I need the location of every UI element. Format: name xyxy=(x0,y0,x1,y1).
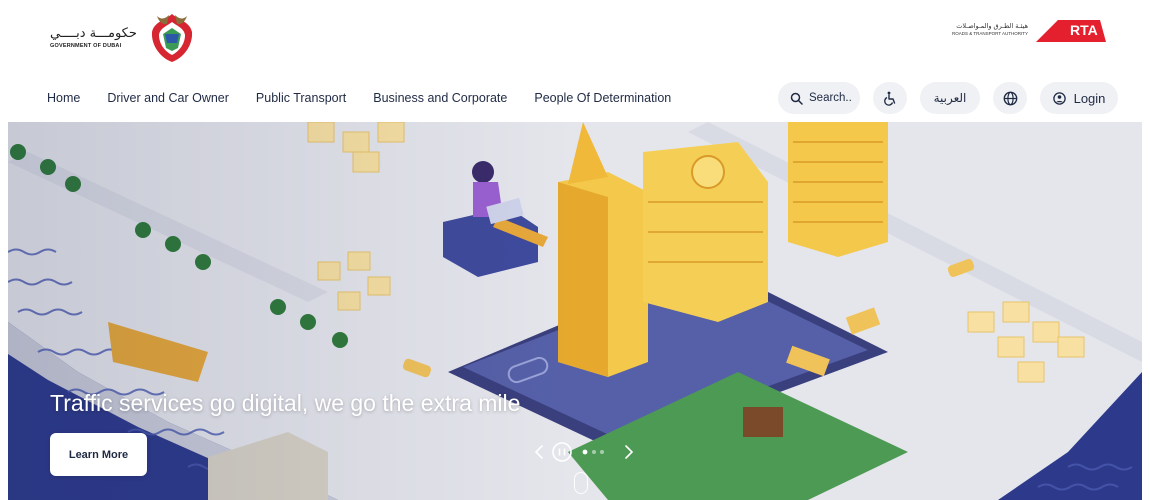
wheelchair-icon xyxy=(884,91,896,106)
slider-prev-button[interactable] xyxy=(534,445,543,459)
nav-item-driver-and-car-owner[interactable]: Driver and Car Owner xyxy=(107,91,229,105)
search-placeholder: Search.. xyxy=(809,92,852,104)
user-circle-icon xyxy=(1052,91,1066,105)
dubai-emblem-icon xyxy=(151,14,192,62)
nav-item-people-of-determination[interactable]: People Of Determination xyxy=(534,91,671,105)
accessibility-button[interactable] xyxy=(873,82,907,114)
rta-logo-text: هيئـة الطـرق والمـواصـلات ROADS & TRANSP… xyxy=(952,22,1028,36)
learn-more-button[interactable]: Learn More xyxy=(50,433,147,476)
nav-item-public-transport[interactable]: Public Transport xyxy=(256,91,346,105)
slider-next-button[interactable] xyxy=(625,445,634,459)
slider-dot-active[interactable] xyxy=(582,449,588,455)
chevron-left-icon xyxy=(534,445,543,459)
login-label: Login xyxy=(1073,90,1106,106)
nav-item-home[interactable]: Home xyxy=(47,91,80,105)
rta-mark-icon: RTA xyxy=(1036,20,1106,42)
government-of-dubai-logo[interactable]: حكومـــة دبــــي GOVERNMENT OF DUBAI xyxy=(50,10,199,64)
rta-logo-english: ROADS & TRANSPORT AUTHORITY xyxy=(951,31,1028,36)
mouse-scroll-icon[interactable] xyxy=(574,472,588,494)
slider-controls xyxy=(534,442,634,462)
hero-banner: Traffic services go digital, we go the e… xyxy=(8,122,1142,500)
arabic-language-button[interactable]: العربية xyxy=(920,82,980,114)
slider-dot[interactable] xyxy=(600,450,604,454)
rta-logo[interactable]: هيئـة الطـرق والمـواصـلات ROADS & TRANSP… xyxy=(952,14,1108,44)
hero-title: Traffic services go digital, we go the e… xyxy=(50,390,521,416)
nav-links: Home Driver and Car Owner Public Transpo… xyxy=(47,74,698,122)
language-globe-button[interactable] xyxy=(993,82,1027,114)
gov-logo-text: حكومـــة دبــــي GOVERNMENT OF DUBAI xyxy=(50,26,137,49)
pause-circle-icon xyxy=(552,442,572,462)
globe-icon xyxy=(1003,91,1017,105)
slider-dot[interactable] xyxy=(592,450,596,454)
nav-item-business-and-corporate[interactable]: Business and Corporate xyxy=(373,91,507,105)
rta-mark-text: RTA xyxy=(1070,22,1098,38)
rta-logo-arabic: هيئـة الطـرق والمـواصـلات xyxy=(956,22,1028,30)
login-button[interactable]: Login xyxy=(1040,82,1118,114)
search-button[interactable]: Search.. xyxy=(778,82,860,114)
chevron-right-icon xyxy=(625,445,634,459)
nav-tools: Search.. العربية Login xyxy=(765,82,1118,114)
gov-logo-arabic: حكومـــة دبــــي xyxy=(50,25,137,41)
top-bar: حكومـــة دبــــي GOVERNMENT OF DUBAI هيئ… xyxy=(0,0,1150,74)
gov-logo-english: GOVERNMENT OF DUBAI xyxy=(50,42,122,49)
search-icon xyxy=(790,92,803,105)
main-navigation: Home Driver and Car Owner Public Transpo… xyxy=(0,74,1150,122)
slider-pause-button[interactable] xyxy=(552,442,572,462)
